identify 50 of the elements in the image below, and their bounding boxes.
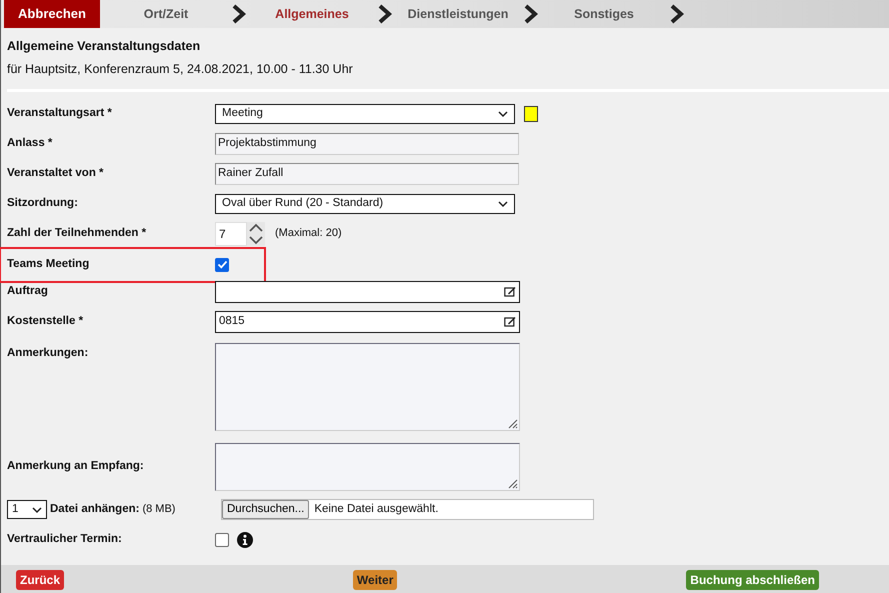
text-field[interactable]: Rainer Zufall [215, 162, 519, 184]
step-tab[interactable]: Sonstiges [538, 0, 670, 28]
field-label: Anmerkungen: [6, 346, 90, 360]
chevron-icon [378, 4, 392, 24]
step-tab[interactable]: Allgemeines [246, 0, 378, 28]
caret-icon [32, 506, 42, 514]
checkbox[interactable] [215, 258, 229, 272]
text-area[interactable] [215, 442, 520, 490]
spinner-icon [247, 222, 265, 246]
field-label: Veranstaltet von * [6, 166, 105, 181]
chevron-icon [524, 4, 538, 24]
resize-grip-icon [506, 476, 518, 488]
file-status: Keine Datei ausgewählt. [314, 502, 438, 517]
edit-icon [504, 286, 516, 297]
field-label: Kostenstelle * [6, 314, 84, 328]
cancel-button[interactable]: Abbrechen [4, 0, 100, 28]
field-hint: (8 MB) [142, 502, 176, 518]
field-label: Veranstaltungsart * [6, 106, 113, 121]
step-tab[interactable]: Ort/Zeit [100, 0, 232, 28]
field-label: Datei anhängen: [50, 502, 140, 517]
step-tab[interactable]: Dienstleistungen [392, 0, 524, 28]
dropdown[interactable]: Oval über Rund (20 - Standard) [215, 194, 515, 214]
browse-button[interactable]: Durchsuchen... [222, 500, 310, 519]
chevron-icon [670, 4, 684, 24]
text-field[interactable]: Projektabstimmung [215, 132, 519, 154]
caret-icon [498, 110, 508, 118]
checkbox[interactable] [215, 532, 229, 546]
edit-icon [504, 316, 516, 327]
booking-summary: für Hauptsitz, Konferenzraum 5, 24.08.2021, 10.00 - 11.30 Uhr [7, 60, 354, 78]
dropdown[interactable]: Meeting [215, 104, 515, 124]
field-label: Teams Meeting [6, 256, 90, 272]
footer-button[interactable]: Weiter [352, 570, 398, 590]
resize-grip-icon [506, 416, 518, 428]
count-dropdown[interactable]: 1 [7, 500, 47, 519]
field-label: Zahl der Teilnehmenden * [6, 226, 148, 241]
footer-button[interactable]: Buchung abschließen [686, 570, 819, 590]
section-title: Allgemeine Veranstaltungsdaten [7, 38, 202, 55]
field-hint: (Maximal: 20) [275, 226, 342, 242]
chevron-icon [232, 4, 246, 24]
lookup-field[interactable]: 0815 [215, 310, 520, 332]
field-label: Anmerkung an Empfang: [6, 458, 145, 474]
number-field[interactable]: 7 [215, 222, 247, 246]
field-label: Sitzordnung: [6, 196, 79, 211]
lookup-field[interactable] [215, 280, 520, 302]
field-label: Vertraulicher Termin: [6, 532, 123, 547]
field-label: Anlass * [6, 136, 54, 151]
info-icon[interactable] [237, 532, 253, 548]
field-label: Auftrag [6, 284, 49, 298]
caret-icon [498, 200, 508, 208]
footer-button[interactable]: Zurück [16, 570, 64, 590]
